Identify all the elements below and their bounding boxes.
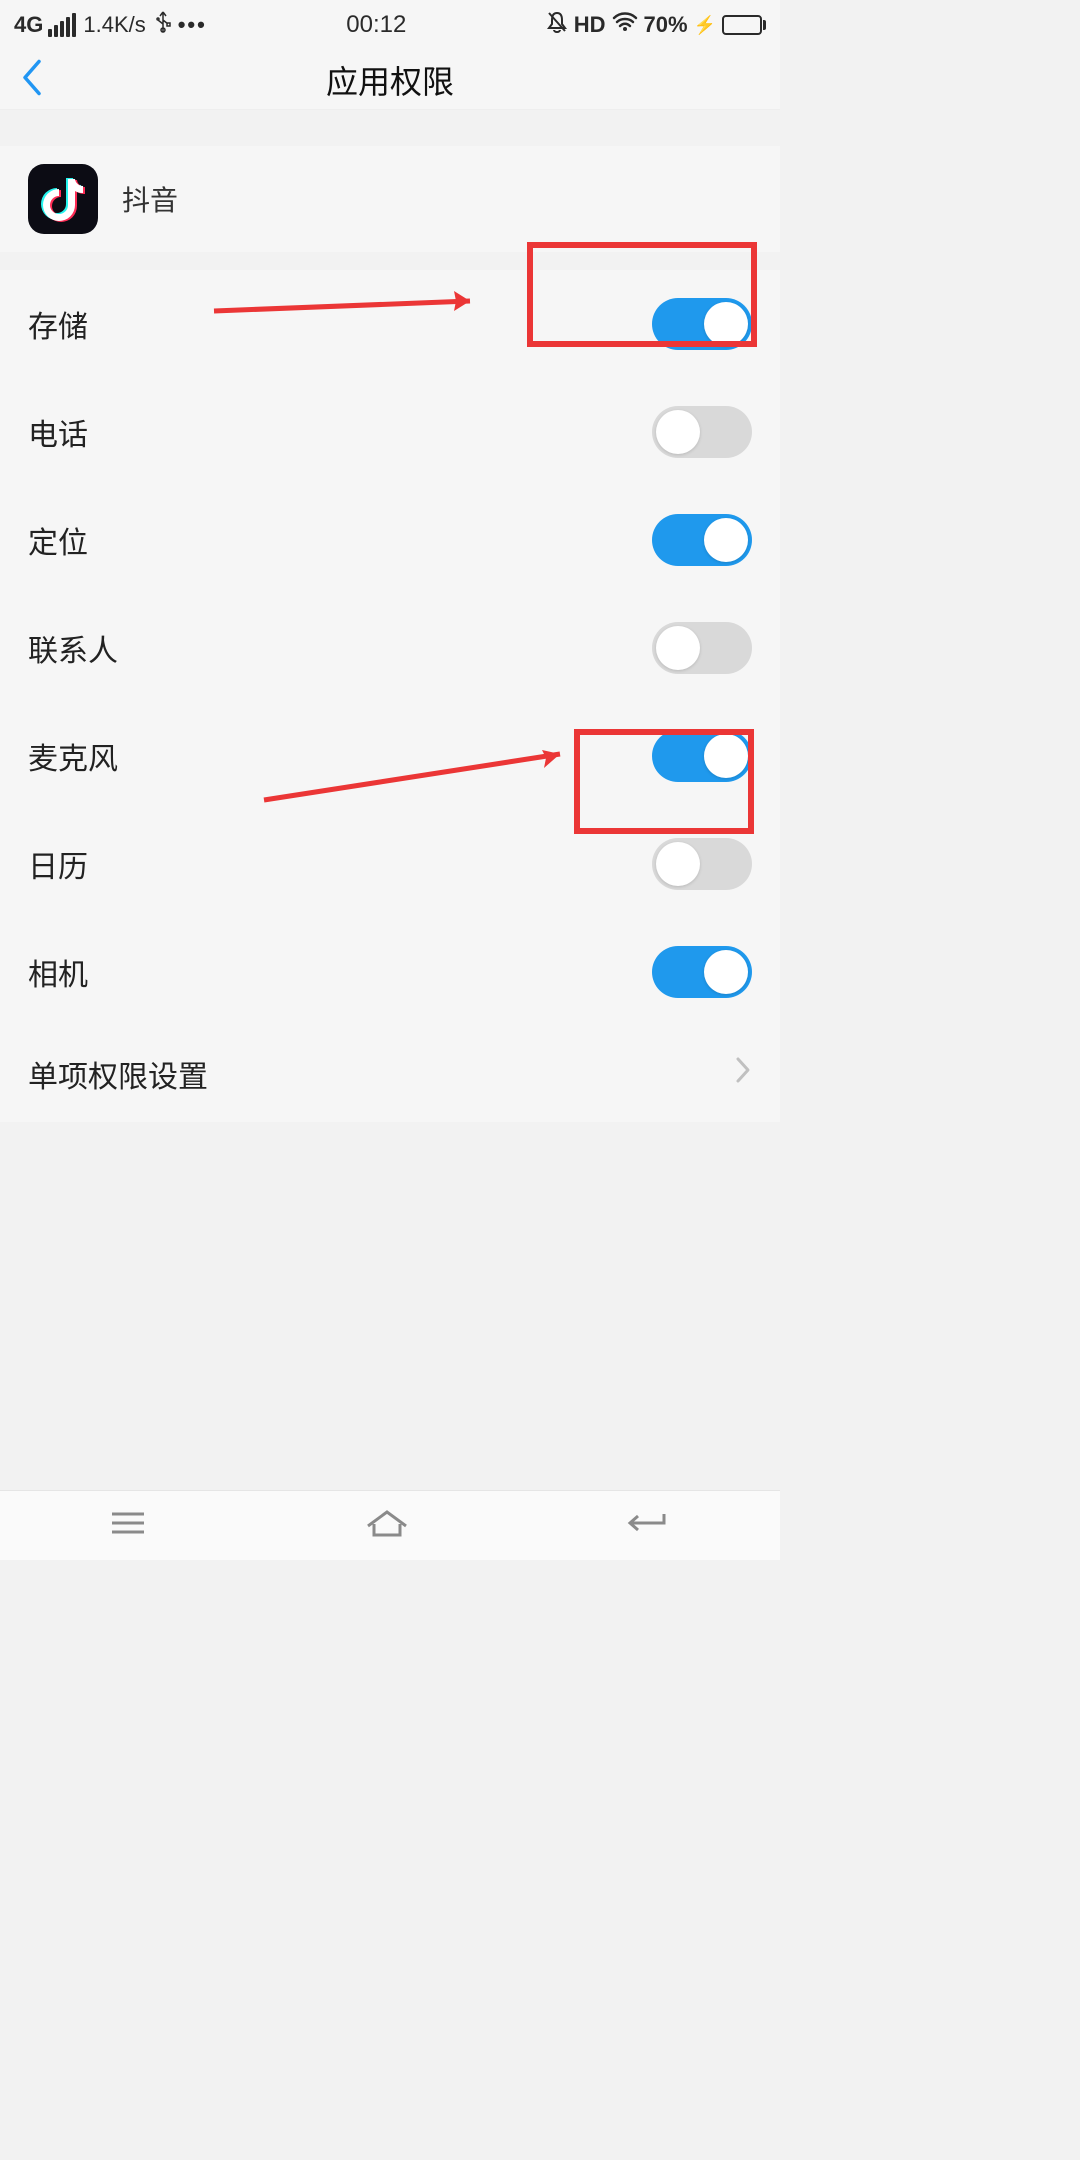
status-right: HD 70% ⚡ [546, 10, 766, 40]
permission-row: 电话 [0, 378, 780, 486]
permission-row: 麦克风 [0, 702, 780, 810]
permission-label: 电话 [28, 410, 88, 454]
permission-label: 存储 [28, 302, 88, 346]
permission-row: 日历 [0, 810, 780, 918]
mute-icon [546, 10, 568, 40]
network-type: 4G [14, 12, 43, 38]
permission-toggle[interactable] [652, 946, 752, 998]
battery-pct: 70% [644, 12, 688, 38]
app-name: 抖音 [122, 179, 178, 219]
permission-toggle[interactable] [652, 838, 752, 890]
hd-label: HD [574, 12, 606, 38]
permission-row: 联系人 [0, 594, 780, 702]
link-label: 单项权限设置 [28, 1052, 208, 1096]
app-info-row: 抖音 [0, 146, 780, 252]
status-bar: 4G 1.4K/s ••• 00:12 HD 70% ⚡ [0, 0, 780, 50]
permission-toggle[interactable] [652, 730, 752, 782]
permission-row: 定位 [0, 486, 780, 594]
title-bar: 应用权限 [0, 50, 780, 110]
permission-label: 麦克风 [28, 734, 118, 778]
permission-list: 存储电话定位联系人麦克风日历相机 [0, 270, 780, 1026]
nav-back-button[interactable] [626, 1508, 672, 1543]
status-left: 4G 1.4K/s ••• [14, 10, 207, 40]
system-nav-bar [0, 1490, 780, 1560]
wifi-icon [612, 12, 638, 38]
permission-toggle[interactable] [652, 622, 752, 674]
back-button[interactable] [20, 57, 44, 102]
permission-label: 日历 [28, 842, 88, 886]
signal-icon [48, 13, 76, 37]
permission-toggle[interactable] [652, 406, 752, 458]
more-icon: ••• [178, 12, 207, 38]
app-icon-douyin [28, 164, 98, 234]
permission-label: 定位 [28, 518, 88, 562]
battery-icon [722, 15, 766, 35]
chevron-right-icon [734, 1055, 752, 1093]
page-title: 应用权限 [326, 57, 454, 103]
nav-home-button[interactable] [364, 1508, 410, 1543]
permission-toggle[interactable] [652, 298, 752, 350]
charge-icon: ⚡ [694, 15, 716, 36]
nav-recent-button[interactable] [108, 1508, 148, 1543]
permission-row: 相机 [0, 918, 780, 1026]
status-time: 00:12 [207, 11, 546, 39]
permission-toggle[interactable] [652, 514, 752, 566]
individual-permission-link[interactable]: 单项权限设置 [0, 1026, 780, 1122]
permission-label: 相机 [28, 950, 88, 994]
usb-icon [155, 10, 171, 40]
permission-label: 联系人 [28, 626, 118, 670]
net-speed: 1.4K/s [83, 12, 145, 38]
permission-row: 存储 [0, 270, 780, 378]
